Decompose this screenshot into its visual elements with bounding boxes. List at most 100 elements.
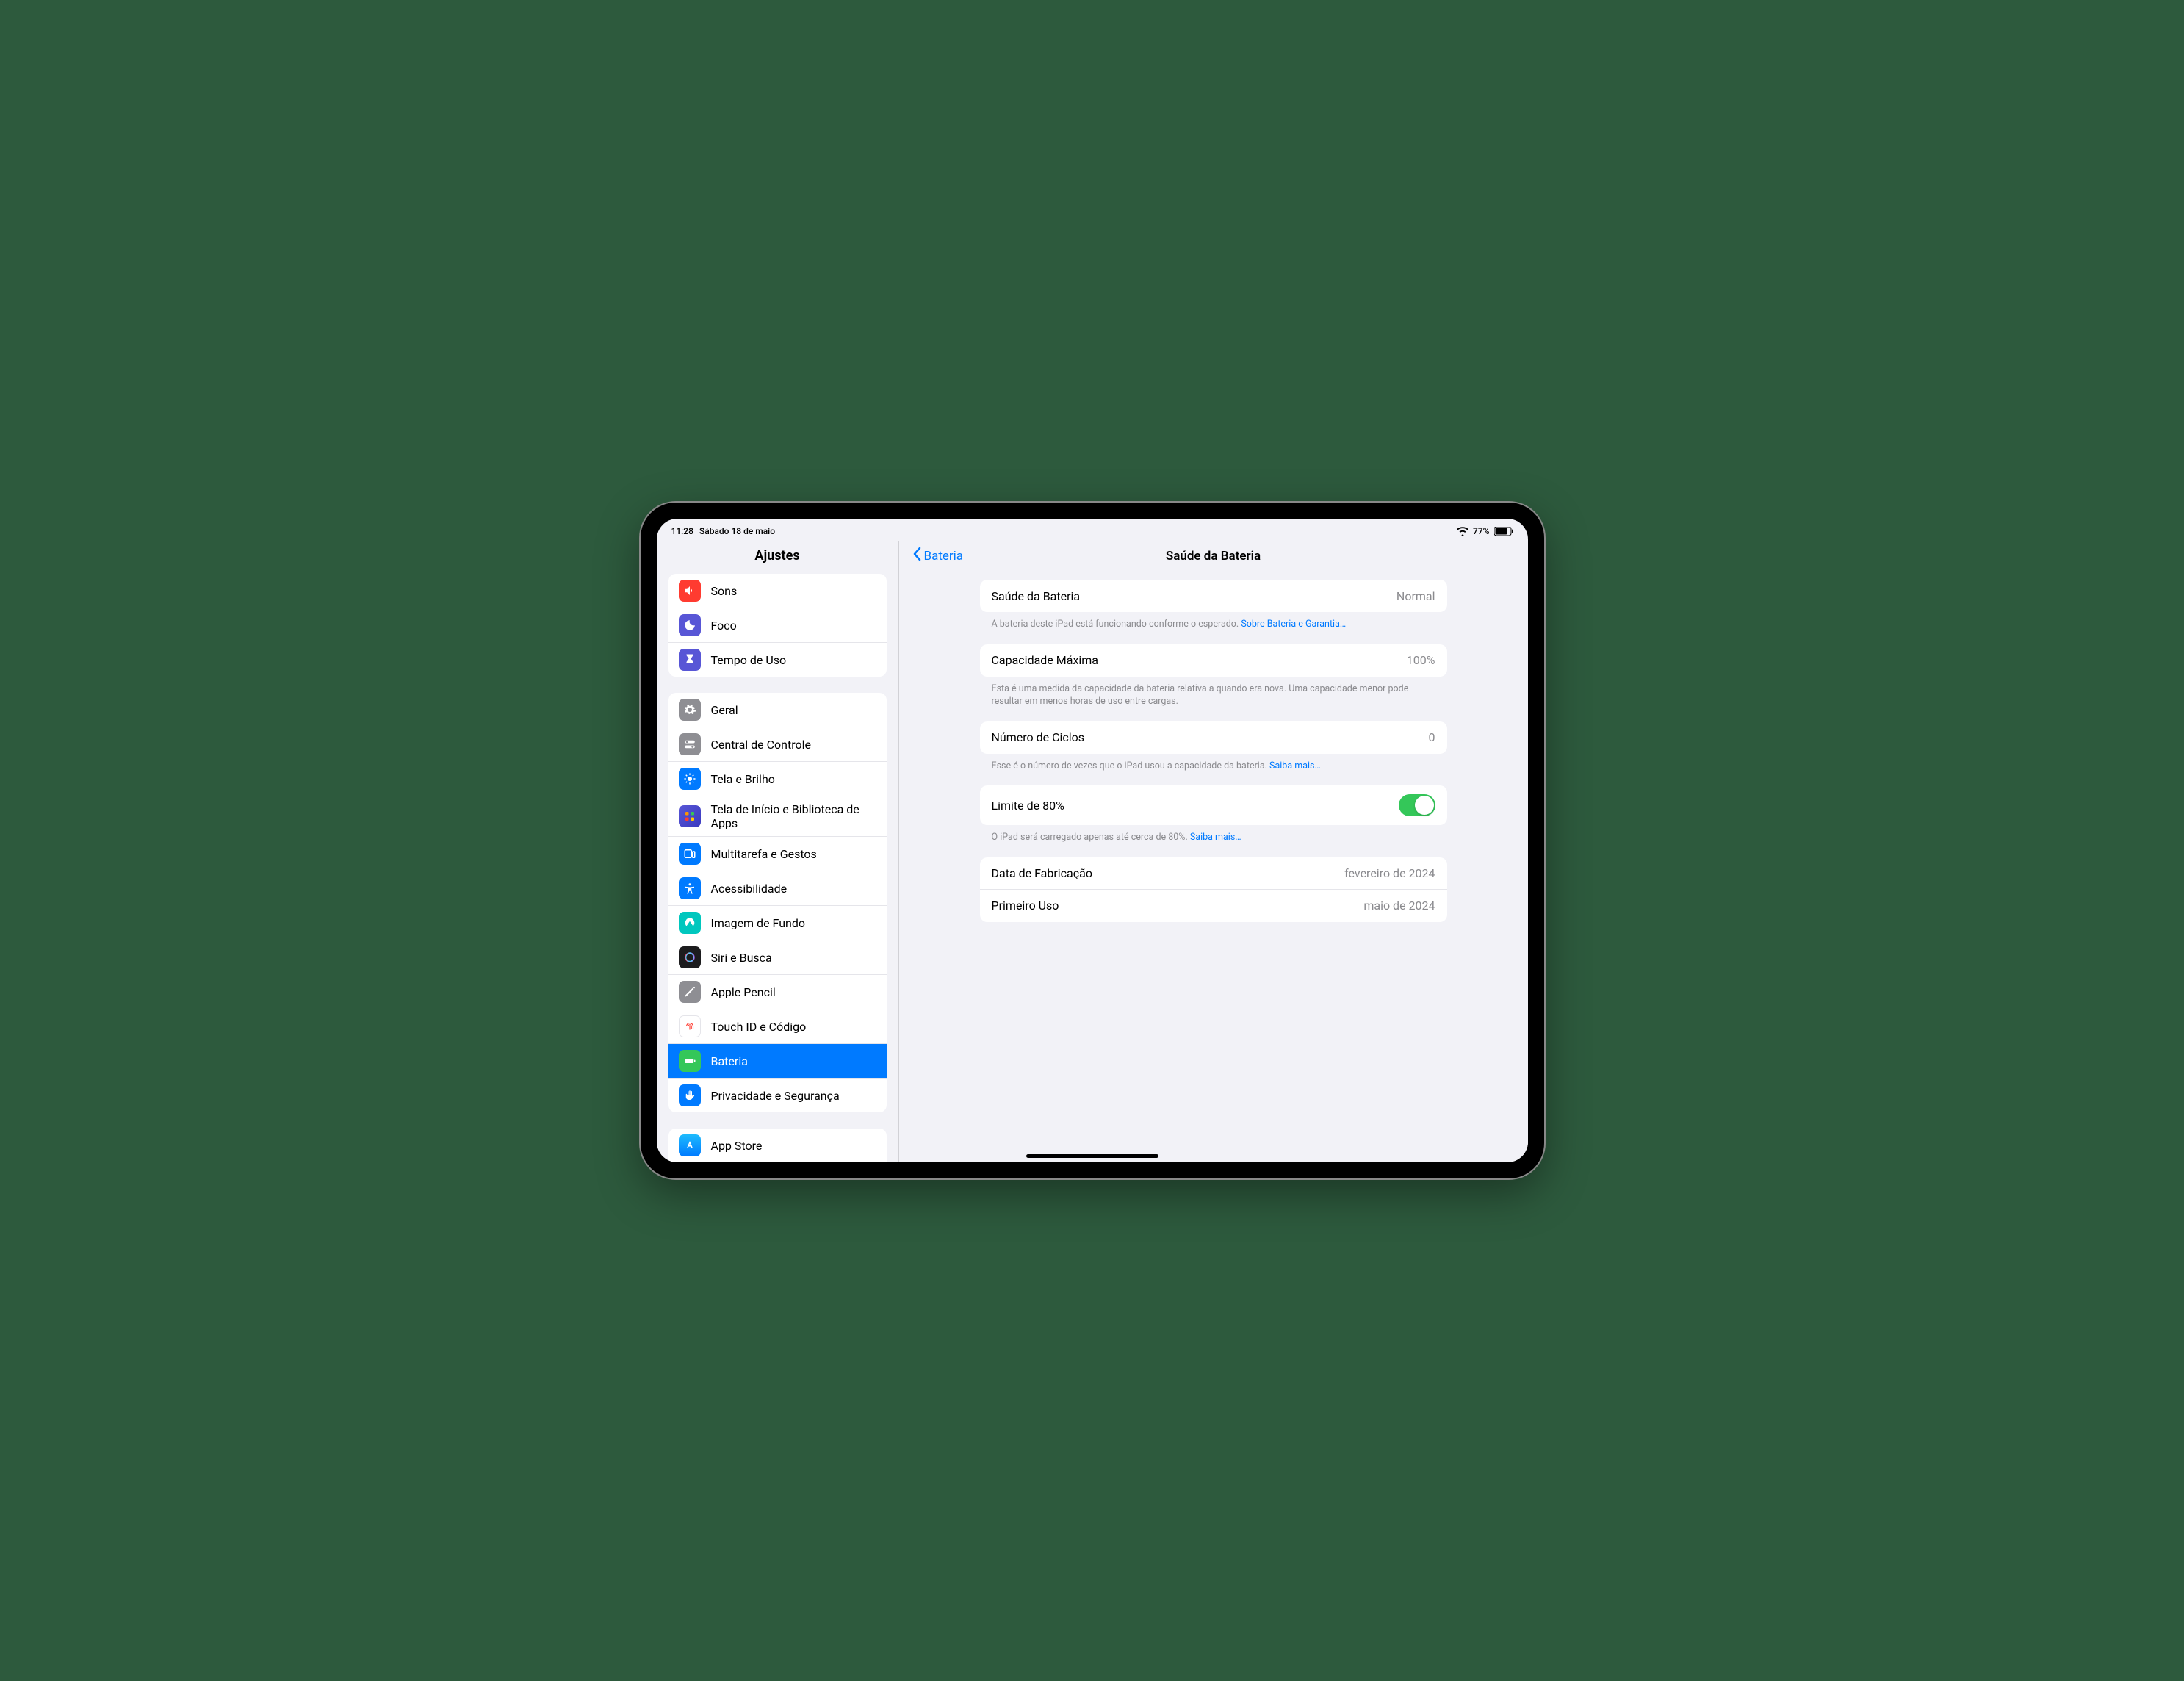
sidebar-item-tempo[interactable]: Tempo de Uso	[668, 643, 887, 677]
status-date: Sábado 18 de maio	[699, 526, 775, 536]
sidebar-item-tela-brilho[interactable]: Tela e Brilho	[668, 762, 887, 796]
sidebar-item-label: Tela de Início e Biblioteca de Apps	[711, 802, 876, 830]
sidebar-group-general: Geral Central de Controle Tela e Brilho	[668, 693, 887, 1112]
hourglass-icon	[679, 649, 701, 671]
row-label: Primeiro Uso	[992, 899, 1059, 913]
sidebar-item-label: Bateria	[711, 1054, 748, 1068]
sidebar-item-label: Foco	[711, 619, 737, 633]
main-body: Saúde da Bateria Normal A bateria deste …	[899, 575, 1528, 937]
sidebar-item-geral[interactable]: Geral	[668, 693, 887, 727]
sidebar-item-sons[interactable]: Sons	[668, 574, 887, 608]
main-pane: Bateria Saúde da Bateria Saúde da Bateri…	[899, 541, 1528, 1162]
brightness-icon	[679, 768, 701, 790]
battery-icon	[1494, 527, 1513, 536]
row-label: Data de Fabricação	[992, 866, 1092, 880]
toggle-80-limit[interactable]	[1399, 794, 1435, 816]
sidebar-item-label: Central de Controle	[711, 738, 812, 752]
sidebar-item-label: App Store	[711, 1139, 763, 1153]
sidebar-item-label: Tela e Brilho	[711, 772, 775, 786]
gear-icon	[679, 699, 701, 721]
row-label: Capacidade Máxima	[992, 653, 1099, 667]
speaker-icon	[679, 580, 701, 602]
sidebar-item-label: Privacidade e Segurança	[711, 1089, 840, 1103]
wallpaper-icon	[679, 912, 701, 934]
content-area: Ajustes Sons Foco	[657, 519, 1528, 1162]
sidebar-item-label: Acessibilidade	[711, 882, 788, 896]
row-value: maio de 2024	[1363, 899, 1435, 913]
row-value: 100%	[1407, 653, 1435, 667]
footnote-health: A bateria deste iPad está funcionando co…	[980, 618, 1447, 631]
sidebar-item-siri[interactable]: Siri e Busca	[668, 940, 887, 975]
sidebar-item-tela-inicio[interactable]: Tela de Início e Biblioteca de Apps	[668, 796, 887, 837]
footnote-capacity: Esta é uma medida da capacidade da bater…	[980, 683, 1447, 708]
ipad-frame: 11:28 Sábado 18 de maio 77% Ajustes	[641, 503, 1544, 1178]
switches-icon	[679, 733, 701, 755]
sidebar-item-foco[interactable]: Foco	[668, 608, 887, 643]
sidebar-item-pencil[interactable]: Apple Pencil	[668, 975, 887, 1009]
sidebar-item-appstore[interactable]: App Store	[668, 1129, 887, 1162]
sidebar-item-label: Siri e Busca	[711, 951, 772, 965]
main-header: Bateria Saúde da Bateria	[899, 541, 1528, 575]
battery-icon	[679, 1050, 701, 1072]
card-capacity: Capacidade Máxima 100%	[980, 644, 1447, 677]
sidebar-group-store: App Store Carteira e Apple Pay	[668, 1129, 887, 1162]
multitask-icon	[679, 843, 701, 865]
accessibility-icon	[679, 877, 701, 899]
status-bar: 11:28 Sábado 18 de maio 77%	[657, 523, 1528, 539]
card-dates: Data de Fabricação fevereiro de 2024 Pri…	[980, 857, 1447, 922]
sidebar-item-bateria[interactable]: Bateria	[668, 1044, 887, 1079]
grid-icon	[679, 805, 701, 827]
sidebar-item-multitarefa[interactable]: Multitarefa e Gestos	[668, 837, 887, 871]
sidebar[interactable]: Ajustes Sons Foco	[657, 541, 899, 1162]
sidebar-item-label: Imagem de Fundo	[711, 916, 806, 930]
wifi-icon	[1457, 527, 1468, 536]
status-time: 11:28	[671, 526, 693, 536]
row-cycles[interactable]: Número de Ciclos 0	[980, 721, 1447, 754]
row-firstuse[interactable]: Primeiro Uso maio de 2024	[980, 890, 1447, 922]
sidebar-item-central-controle[interactable]: Central de Controle	[668, 727, 887, 762]
card-cycles: Número de Ciclos 0	[980, 721, 1447, 754]
moon-icon	[679, 614, 701, 636]
pencil-icon	[679, 981, 701, 1003]
row-label: Número de Ciclos	[992, 730, 1085, 744]
link-cycles-learn[interactable]: Saiba mais…	[1269, 760, 1321, 771]
sidebar-item-label: Multitarefa e Gestos	[711, 847, 817, 861]
siri-icon	[679, 946, 701, 968]
row-value: Normal	[1396, 589, 1435, 603]
row-manufacture[interactable]: Data de Fabricação fevereiro de 2024	[980, 857, 1447, 890]
sidebar-item-acessibilidade[interactable]: Acessibilidade	[668, 871, 887, 906]
sidebar-item-wallpaper[interactable]: Imagem de Fundo	[668, 906, 887, 940]
row-value: fevereiro de 2024	[1344, 866, 1435, 880]
status-battery-percent: 77%	[1473, 526, 1489, 536]
sidebar-item-label: Sons	[711, 584, 738, 598]
appstore-icon	[679, 1134, 701, 1156]
card-health: Saúde da Bateria Normal	[980, 580, 1447, 612]
sidebar-item-touchid[interactable]: Touch ID e Código	[668, 1009, 887, 1044]
row-label: Limite de 80%	[992, 799, 1064, 813]
footnote-cycles: Esse é o número de vezes que o iPad usou…	[980, 760, 1447, 773]
row-health[interactable]: Saúde da Bateria Normal	[980, 580, 1447, 612]
sidebar-item-privacidade[interactable]: Privacidade e Segurança	[668, 1079, 887, 1112]
card-limit: Limite de 80%	[980, 785, 1447, 825]
hand-icon	[679, 1084, 701, 1106]
page-title: Saúde da Bateria	[1166, 549, 1261, 564]
row-value: 0	[1429, 730, 1435, 744]
back-label: Bateria	[924, 549, 964, 564]
sidebar-item-label: Apple Pencil	[711, 985, 776, 999]
chevron-left-icon	[912, 547, 923, 565]
link-battery-warranty[interactable]: Sobre Bateria e Garantia…	[1241, 619, 1346, 630]
sidebar-item-label: Tempo de Uso	[711, 653, 787, 667]
row-capacity[interactable]: Capacidade Máxima 100%	[980, 644, 1447, 677]
sidebar-title: Ajustes	[657, 541, 898, 574]
sidebar-item-label: Touch ID e Código	[711, 1020, 807, 1034]
fingerprint-icon	[679, 1015, 701, 1037]
home-indicator[interactable]	[1026, 1154, 1158, 1158]
sidebar-item-label: Geral	[711, 703, 738, 717]
sidebar-group-focus: Sons Foco Tempo de Uso	[668, 574, 887, 677]
row-limit: Limite de 80%	[980, 785, 1447, 825]
link-limit-learn[interactable]: Saiba mais…	[1190, 832, 1241, 843]
footnote-limit: O iPad será carregado apenas até cerca d…	[980, 831, 1447, 844]
screen: 11:28 Sábado 18 de maio 77% Ajustes	[657, 519, 1528, 1162]
row-label: Saúde da Bateria	[992, 589, 1081, 603]
back-button[interactable]: Bateria	[912, 547, 964, 565]
